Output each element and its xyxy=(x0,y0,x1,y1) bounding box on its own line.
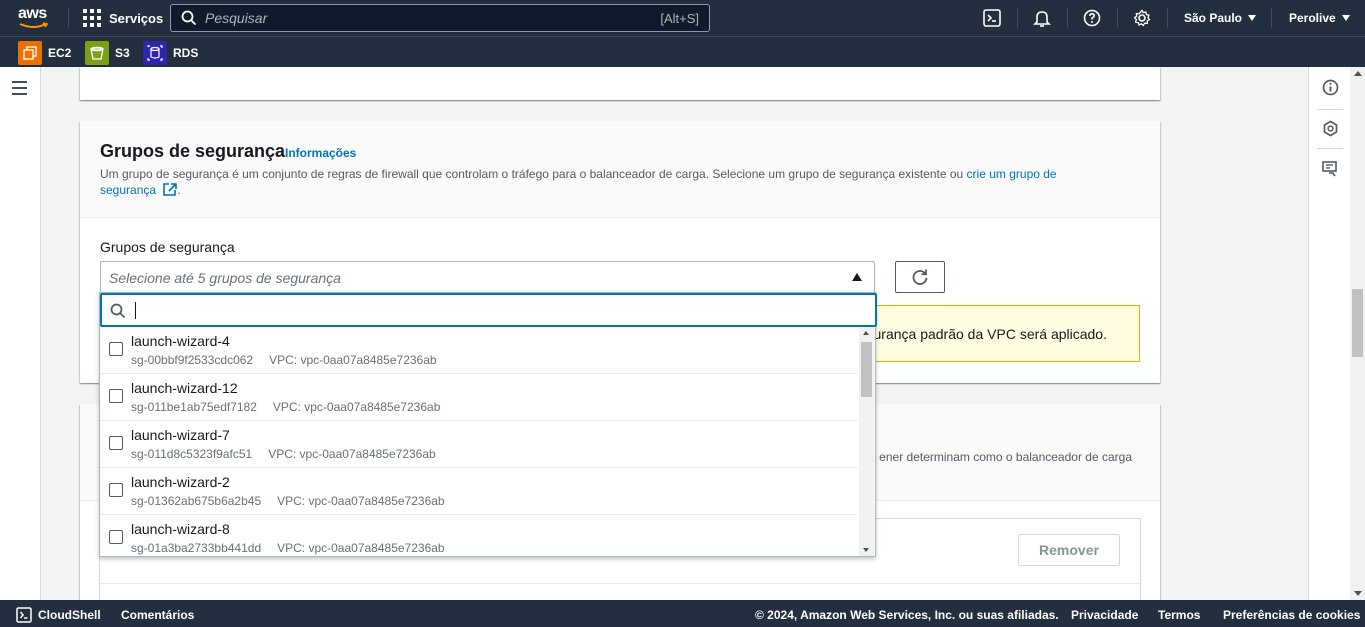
page-scrollbar[interactable] xyxy=(1350,67,1365,600)
bucket-icon xyxy=(85,41,109,65)
security-group-option[interactable]: launch-wizard-12 sg-011be1ab75edf7182 VPC… xyxy=(100,374,860,421)
favorite-s3[interactable]: S3 xyxy=(85,41,130,65)
scroll-down-arrow-icon[interactable] xyxy=(1354,591,1362,596)
nav-divider xyxy=(1017,8,1018,28)
info-icon[interactable] xyxy=(1320,77,1340,97)
account-menu[interactable]: Perolive xyxy=(1289,11,1350,25)
scroll-up-arrow-icon[interactable] xyxy=(1354,71,1362,76)
feedback-link[interactable]: Comentários xyxy=(121,608,194,622)
listeners-description: ener determinam como o balanceador de ca… xyxy=(879,450,1132,464)
option-checkbox[interactable] xyxy=(109,342,123,356)
dropdown-scrollbar[interactable] xyxy=(859,327,874,556)
security-groups-multiselect[interactable]: Selecione até 5 grupos de segurança xyxy=(100,261,875,293)
search-shortcut: [Alt+S] xyxy=(660,10,699,26)
dropdown-filter-input[interactable] xyxy=(100,293,877,327)
top-navigation: aws Serviços Pesquisar [Alt+S] São Paulo xyxy=(0,0,1365,36)
region-selector[interactable]: São Paulo xyxy=(1184,11,1257,25)
right-tools-rail xyxy=(1308,67,1350,600)
cloudshell-button[interactable]: CloudShell xyxy=(16,607,101,623)
option-checkbox[interactable] xyxy=(109,389,123,403)
nav-divider xyxy=(1067,8,1068,28)
hexagon-icon[interactable] xyxy=(1320,118,1340,138)
security-groups-header: Grupos de segurança Informações Um grupo… xyxy=(80,121,1160,218)
caret-up-icon xyxy=(852,273,862,281)
scroll-down-arrow-icon[interactable] xyxy=(863,548,869,552)
caret-down-icon xyxy=(1248,15,1257,21)
caret-down-icon xyxy=(1341,15,1350,21)
divider xyxy=(100,583,1140,584)
previous-section-panel xyxy=(80,67,1160,100)
option-checkbox[interactable] xyxy=(109,483,123,497)
left-side-rail xyxy=(0,67,41,600)
copyright-text: © 2024, Amazon Web Services, Inc. ou sua… xyxy=(755,608,1059,622)
section-description: Um grupo de segurança é um conjunto de r… xyxy=(100,167,1057,197)
refresh-button[interactable] xyxy=(895,261,945,293)
info-link[interactable]: Informações xyxy=(285,146,356,160)
text-cursor xyxy=(135,302,136,319)
security-groups-field-label: Grupos de segurança xyxy=(100,239,235,255)
cloudshell-icon[interactable] xyxy=(982,8,1002,28)
nav-divider xyxy=(1167,8,1168,28)
dropdown-options-list: launch-wizard-4 sg-00bbf9f2533cdc062 VPC:… xyxy=(100,327,860,556)
nav-divider xyxy=(1271,8,1272,28)
global-search-input[interactable]: Pesquisar [Alt+S] xyxy=(170,4,710,32)
bell-icon[interactable] xyxy=(1032,8,1052,28)
services-menu-button[interactable]: Serviços xyxy=(83,9,163,27)
security-group-option[interactable]: launch-wizard-7 sg-011d8c5323f9afc51 VPC:… xyxy=(100,421,860,468)
section-title: Grupos de segurança xyxy=(100,141,286,161)
cookie-preferences-link[interactable]: Preferências de cookies xyxy=(1223,608,1360,622)
remove-button[interactable]: Remover xyxy=(1018,534,1120,566)
console-footer: CloudShell Comentários © 2024, Amazon We… xyxy=(0,600,1365,627)
grid-icon xyxy=(83,9,101,27)
favorites-bar: EC2 S3 RDS xyxy=(0,36,1365,67)
search-icon xyxy=(110,303,126,319)
scrollbar-thumb[interactable] xyxy=(861,342,872,397)
favorite-ec2[interactable]: EC2 xyxy=(18,41,71,65)
option-checkbox[interactable] xyxy=(109,436,123,450)
aws-logo[interactable]: aws xyxy=(18,6,52,30)
terms-link[interactable]: Termos xyxy=(1158,608,1200,622)
refresh-icon xyxy=(912,269,928,285)
nav-divider xyxy=(1117,8,1118,28)
presentation-icon[interactable] xyxy=(1320,159,1340,179)
scroll-up-arrow-icon[interactable] xyxy=(863,331,869,335)
nav-divider xyxy=(68,8,69,28)
scrollbar-thumb[interactable] xyxy=(1352,289,1363,357)
external-link-icon xyxy=(163,183,178,196)
database-icon xyxy=(143,41,167,65)
search-icon xyxy=(181,10,197,26)
help-icon[interactable] xyxy=(1082,8,1102,28)
aws-smile-icon xyxy=(19,22,49,28)
menu-icon[interactable] xyxy=(12,81,27,99)
security-group-option[interactable]: launch-wizard-8 sg-01a3ba2733bb441dd VPC:… xyxy=(100,515,860,556)
terminal-icon xyxy=(16,607,32,623)
security-group-option[interactable]: launch-wizard-4 sg-00bbf9f2533cdc062 VPC:… xyxy=(100,327,860,374)
privacy-link[interactable]: Privacidade xyxy=(1071,608,1138,622)
favorite-rds[interactable]: RDS xyxy=(143,41,198,65)
security-groups-dropdown: launch-wizard-4 sg-00bbf9f2533cdc062 VPC:… xyxy=(99,292,877,557)
security-group-option[interactable]: launch-wizard-2 sg-01362ab675b6a2b45 VPC:… xyxy=(100,468,860,515)
gear-icon[interactable] xyxy=(1132,8,1152,28)
ec2-icon xyxy=(18,41,42,65)
option-checkbox[interactable] xyxy=(109,530,123,544)
